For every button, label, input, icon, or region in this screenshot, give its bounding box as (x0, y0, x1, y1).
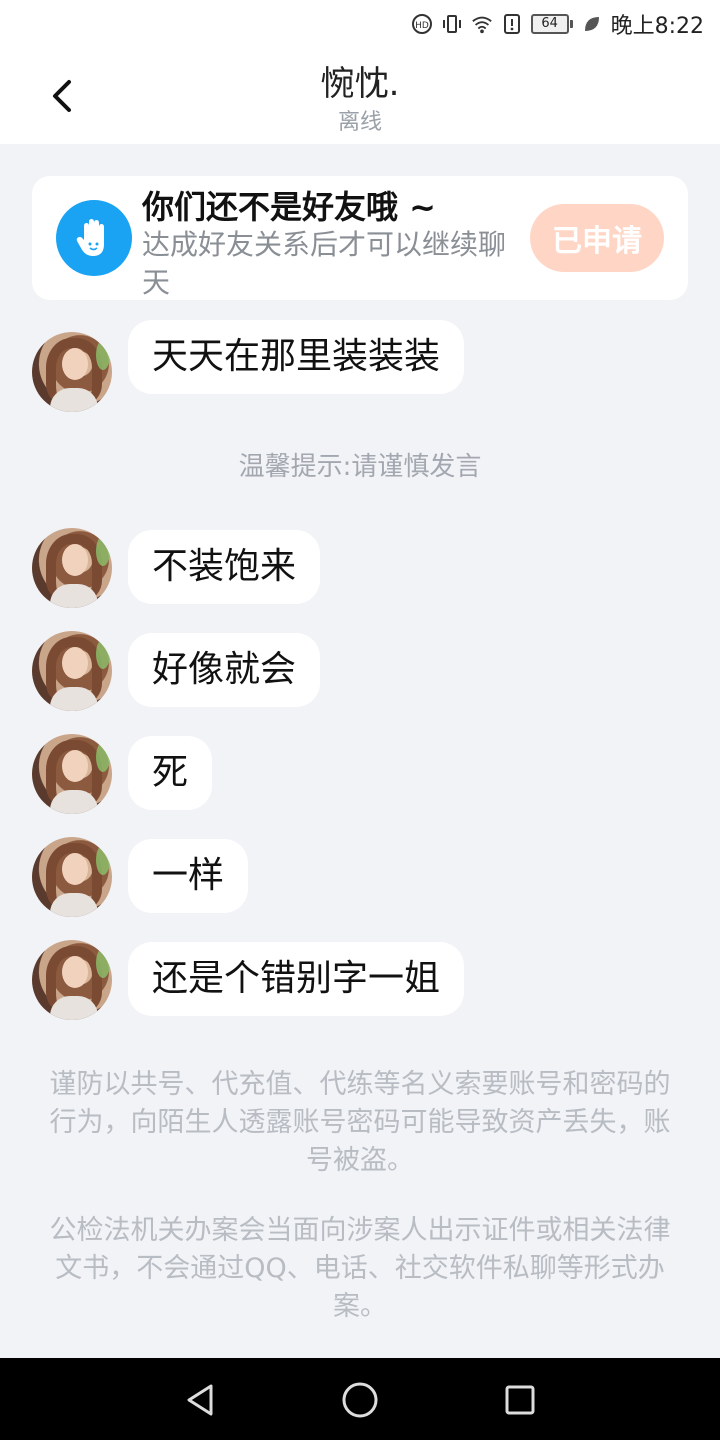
svg-text:HD: HD (415, 21, 429, 31)
nav-home-button[interactable] (338, 1378, 382, 1422)
status-time: 晚上8:22 (610, 14, 704, 39)
security-notice: 谨防以共号、代充值、代练等名义索要账号和密码的行为，向陌生人透露账号密码可能导致… (49, 1069, 671, 1176)
leaf-icon (581, 13, 603, 35)
message-row: 好像就会 (32, 631, 688, 711)
banner-description: 达成好友关系后才可以继续聊天 (142, 228, 507, 299)
message-bubble[interactable]: 死 (128, 736, 213, 810)
avatar[interactable] (32, 734, 112, 814)
avatar[interactable] (32, 837, 112, 917)
avatar[interactable] (32, 631, 112, 711)
legal-notice: 公检法机关办案会当面向涉案人出示证件或相关法律文书，不会通过QQ、电话、社交软件… (49, 1215, 671, 1322)
status-icons: HD 64 晚上8:22 (411, 8, 704, 40)
battery-icon: 64 (530, 14, 573, 34)
vibrate-icon (441, 13, 463, 35)
message-row: 还是个错别字一姐 (32, 940, 688, 1020)
hd-call-icon: HD (411, 13, 433, 35)
message-row: 不装饱来 (32, 528, 688, 608)
navigation-bar (0, 1358, 720, 1440)
online-status: 离线 (337, 110, 382, 135)
circle-home-icon (342, 1382, 378, 1418)
message-bubble[interactable]: 不装饱来 (128, 530, 321, 604)
message-bubble[interactable]: 一样 (128, 839, 249, 913)
triangle-back-icon (187, 1384, 213, 1416)
contact-name: 惋忱. (320, 64, 400, 104)
message-bubble[interactable]: 好像就会 (128, 633, 321, 707)
avatar[interactable] (32, 940, 112, 1020)
avatar[interactable] (32, 332, 112, 412)
message-row: 一样 (32, 837, 688, 917)
message-row: 天天在那里装装装 (32, 320, 688, 412)
status-bar: HD 64 晚上8:22 (0, 0, 720, 48)
alert-icon (501, 13, 523, 35)
nav-recents-button[interactable] (498, 1378, 542, 1422)
nav-back-button[interactable] (178, 1378, 222, 1422)
square-recents-icon (505, 1385, 535, 1415)
message-row: 死 (32, 734, 688, 814)
hand-icon (56, 200, 132, 276)
not-friends-banner: 你们还不是好友哦 ~ 达成好友关系后才可以继续聊天 已申请 (32, 176, 688, 300)
message-bubble[interactable]: 还是个错别字一姐 (128, 942, 465, 1016)
chat-header: 惋忱. 离线 (0, 48, 720, 144)
avatar[interactable] (32, 528, 112, 608)
message-bubble[interactable]: 天天在那里装装装 (128, 320, 465, 394)
wifi-icon (471, 13, 493, 35)
applied-button[interactable]: 已申请 (530, 204, 664, 272)
banner-title: 你们还不是好友哦 ~ (142, 188, 436, 226)
system-tip: 温馨提示:请谨慎发言 (238, 452, 482, 482)
battery-level: 64 (530, 14, 569, 34)
